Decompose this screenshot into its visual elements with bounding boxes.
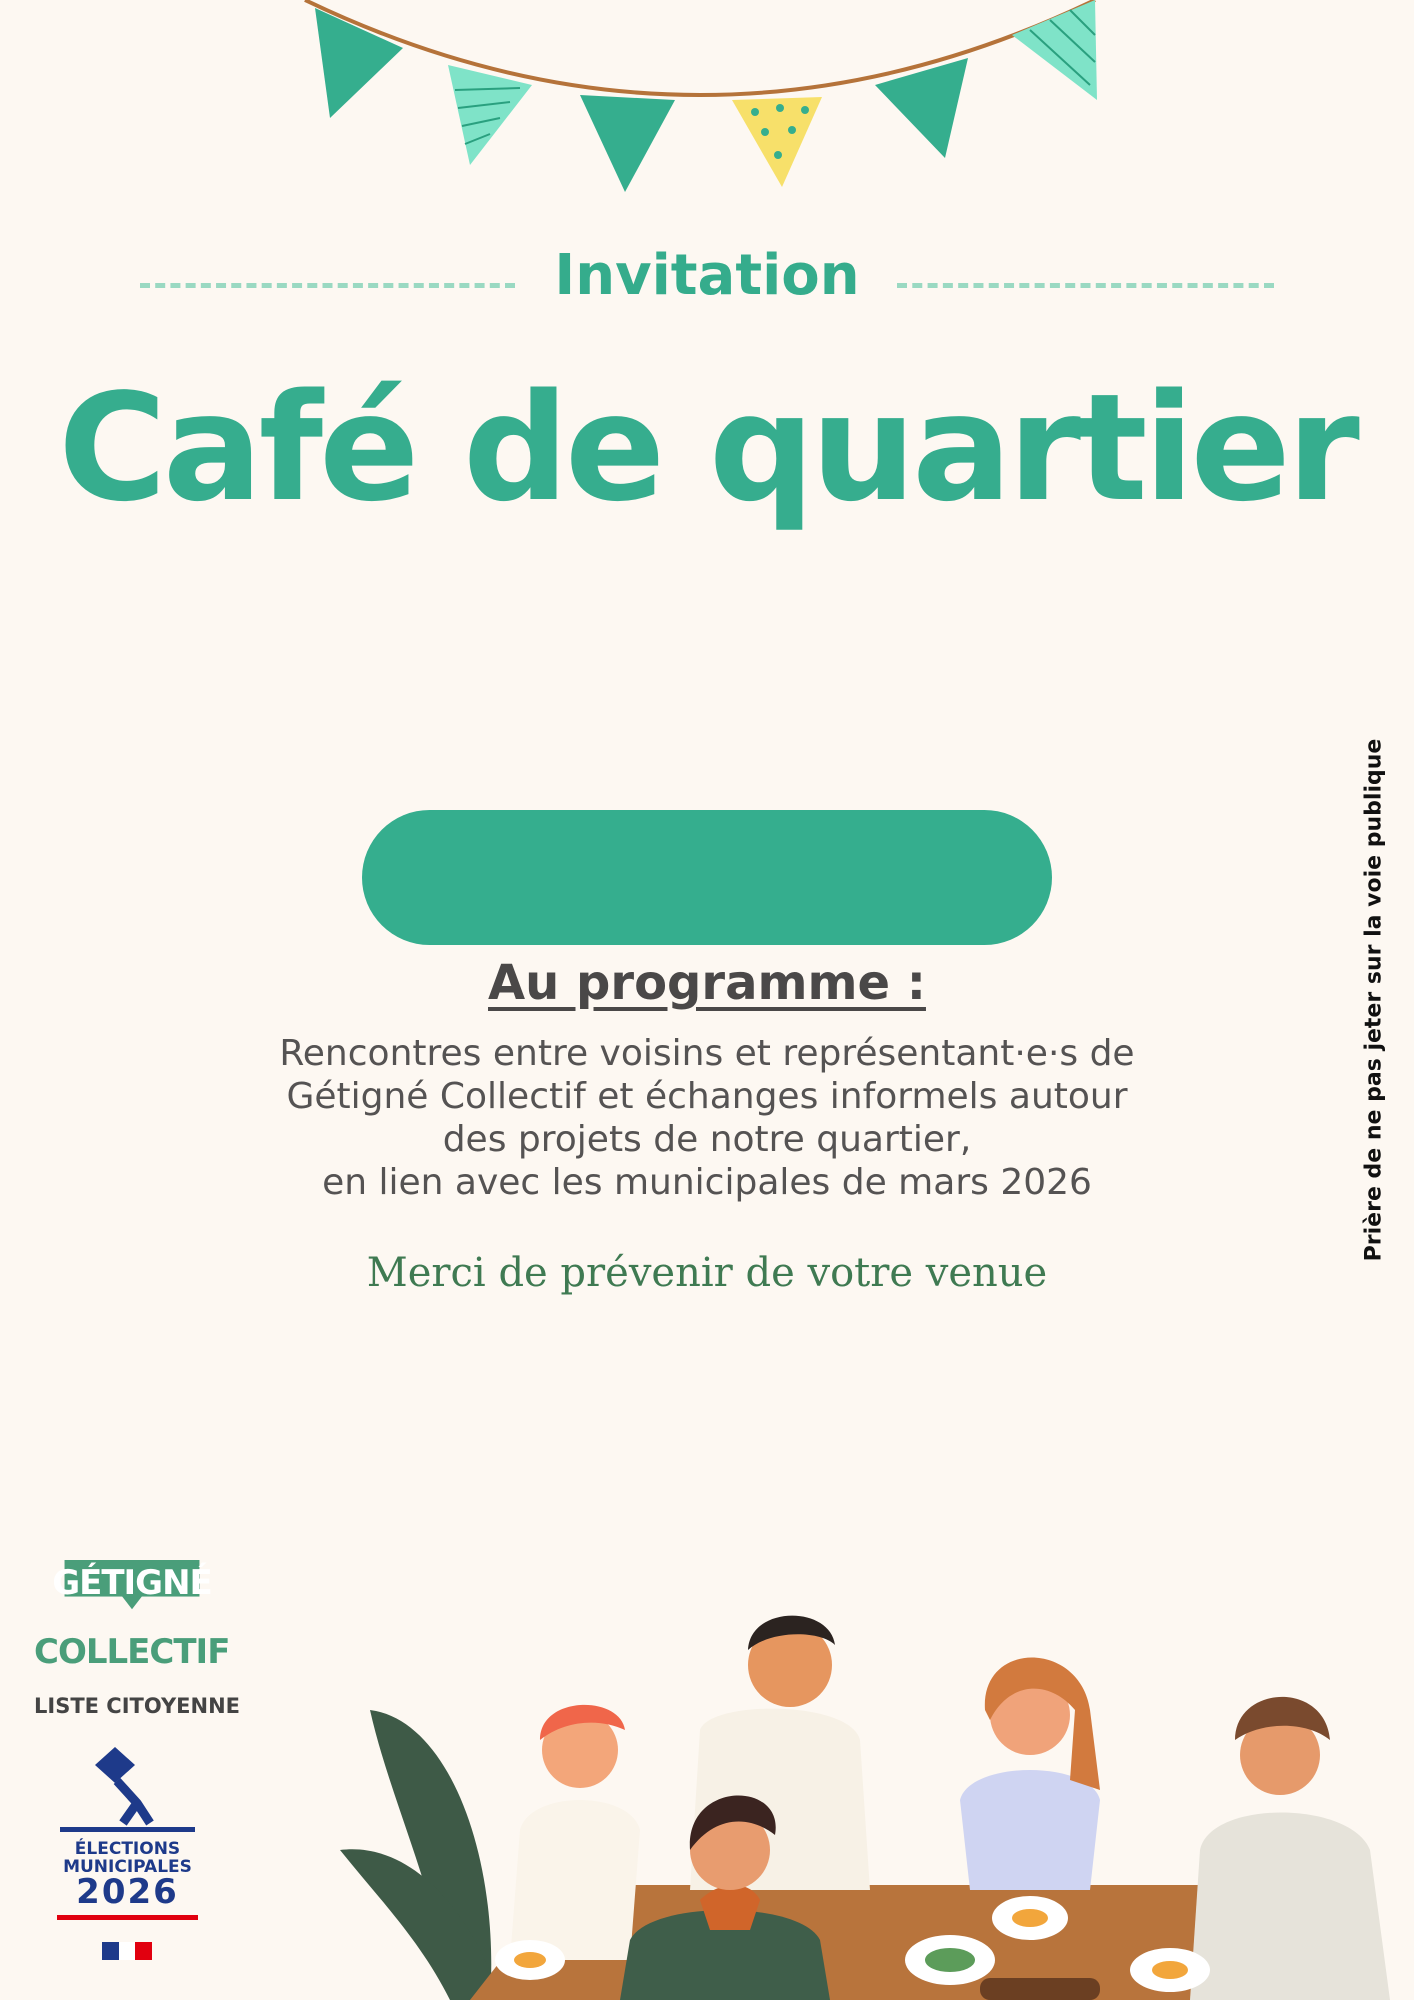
program-line: des projets de notre quartier, [442,1119,972,1160]
elections-municipales-logo: ÉLECTIONS MUNICIPALES 2026 [55,1745,200,1920]
person-left-redhair [510,1704,640,1960]
people-dining-illustration [340,1615,1390,2000]
page-title: Café de quartier [58,362,1360,534]
bunting-garland [304,0,1097,192]
logo-title-bottom: COLLECTIF [34,1632,230,1672]
pennant-striped-2 [1012,0,1097,100]
program-heading: Au programme : [488,955,926,1011]
french-republic-flag-icon [102,1942,152,1960]
plant-leaves [340,1710,500,2000]
elections-label: ÉLECTIONS [74,1839,181,1859]
logo-subtitle: LISTE CITOYENNE [34,1694,241,1718]
logo-title-top: GÉTIGNÉ [52,1563,213,1603]
election-year: 2026 [76,1872,179,1912]
pennant-striped-1 [448,65,532,165]
program-line: Gétigné Collectif et échanges informels … [286,1076,1128,1117]
rsvp-note: Merci de prévenir de votre venue [366,1250,1048,1296]
program-line: en lien avec les municipales de mars 202… [322,1162,1092,1203]
disposal-notice: Prière de ne pas jeter sur la voie publi… [1361,738,1387,1262]
pennant-yellow-dotted [732,97,822,187]
ballot-box-icon [60,1747,195,1832]
garland-string [304,0,1096,97]
decorative-dashes-right [897,283,1274,288]
person-far-right [1190,1696,1390,2000]
program-line: Rencontres entre voisins et représentant… [279,1033,1135,1074]
event-details-banner [362,810,1052,945]
pennant-green-2 [580,95,675,192]
red-underline [57,1915,198,1920]
invitation-kicker: Invitation [554,243,860,308]
program-description: Rencontres entre voisins et représentant… [200,1032,1214,1204]
person-right-woman [960,1657,1100,1890]
